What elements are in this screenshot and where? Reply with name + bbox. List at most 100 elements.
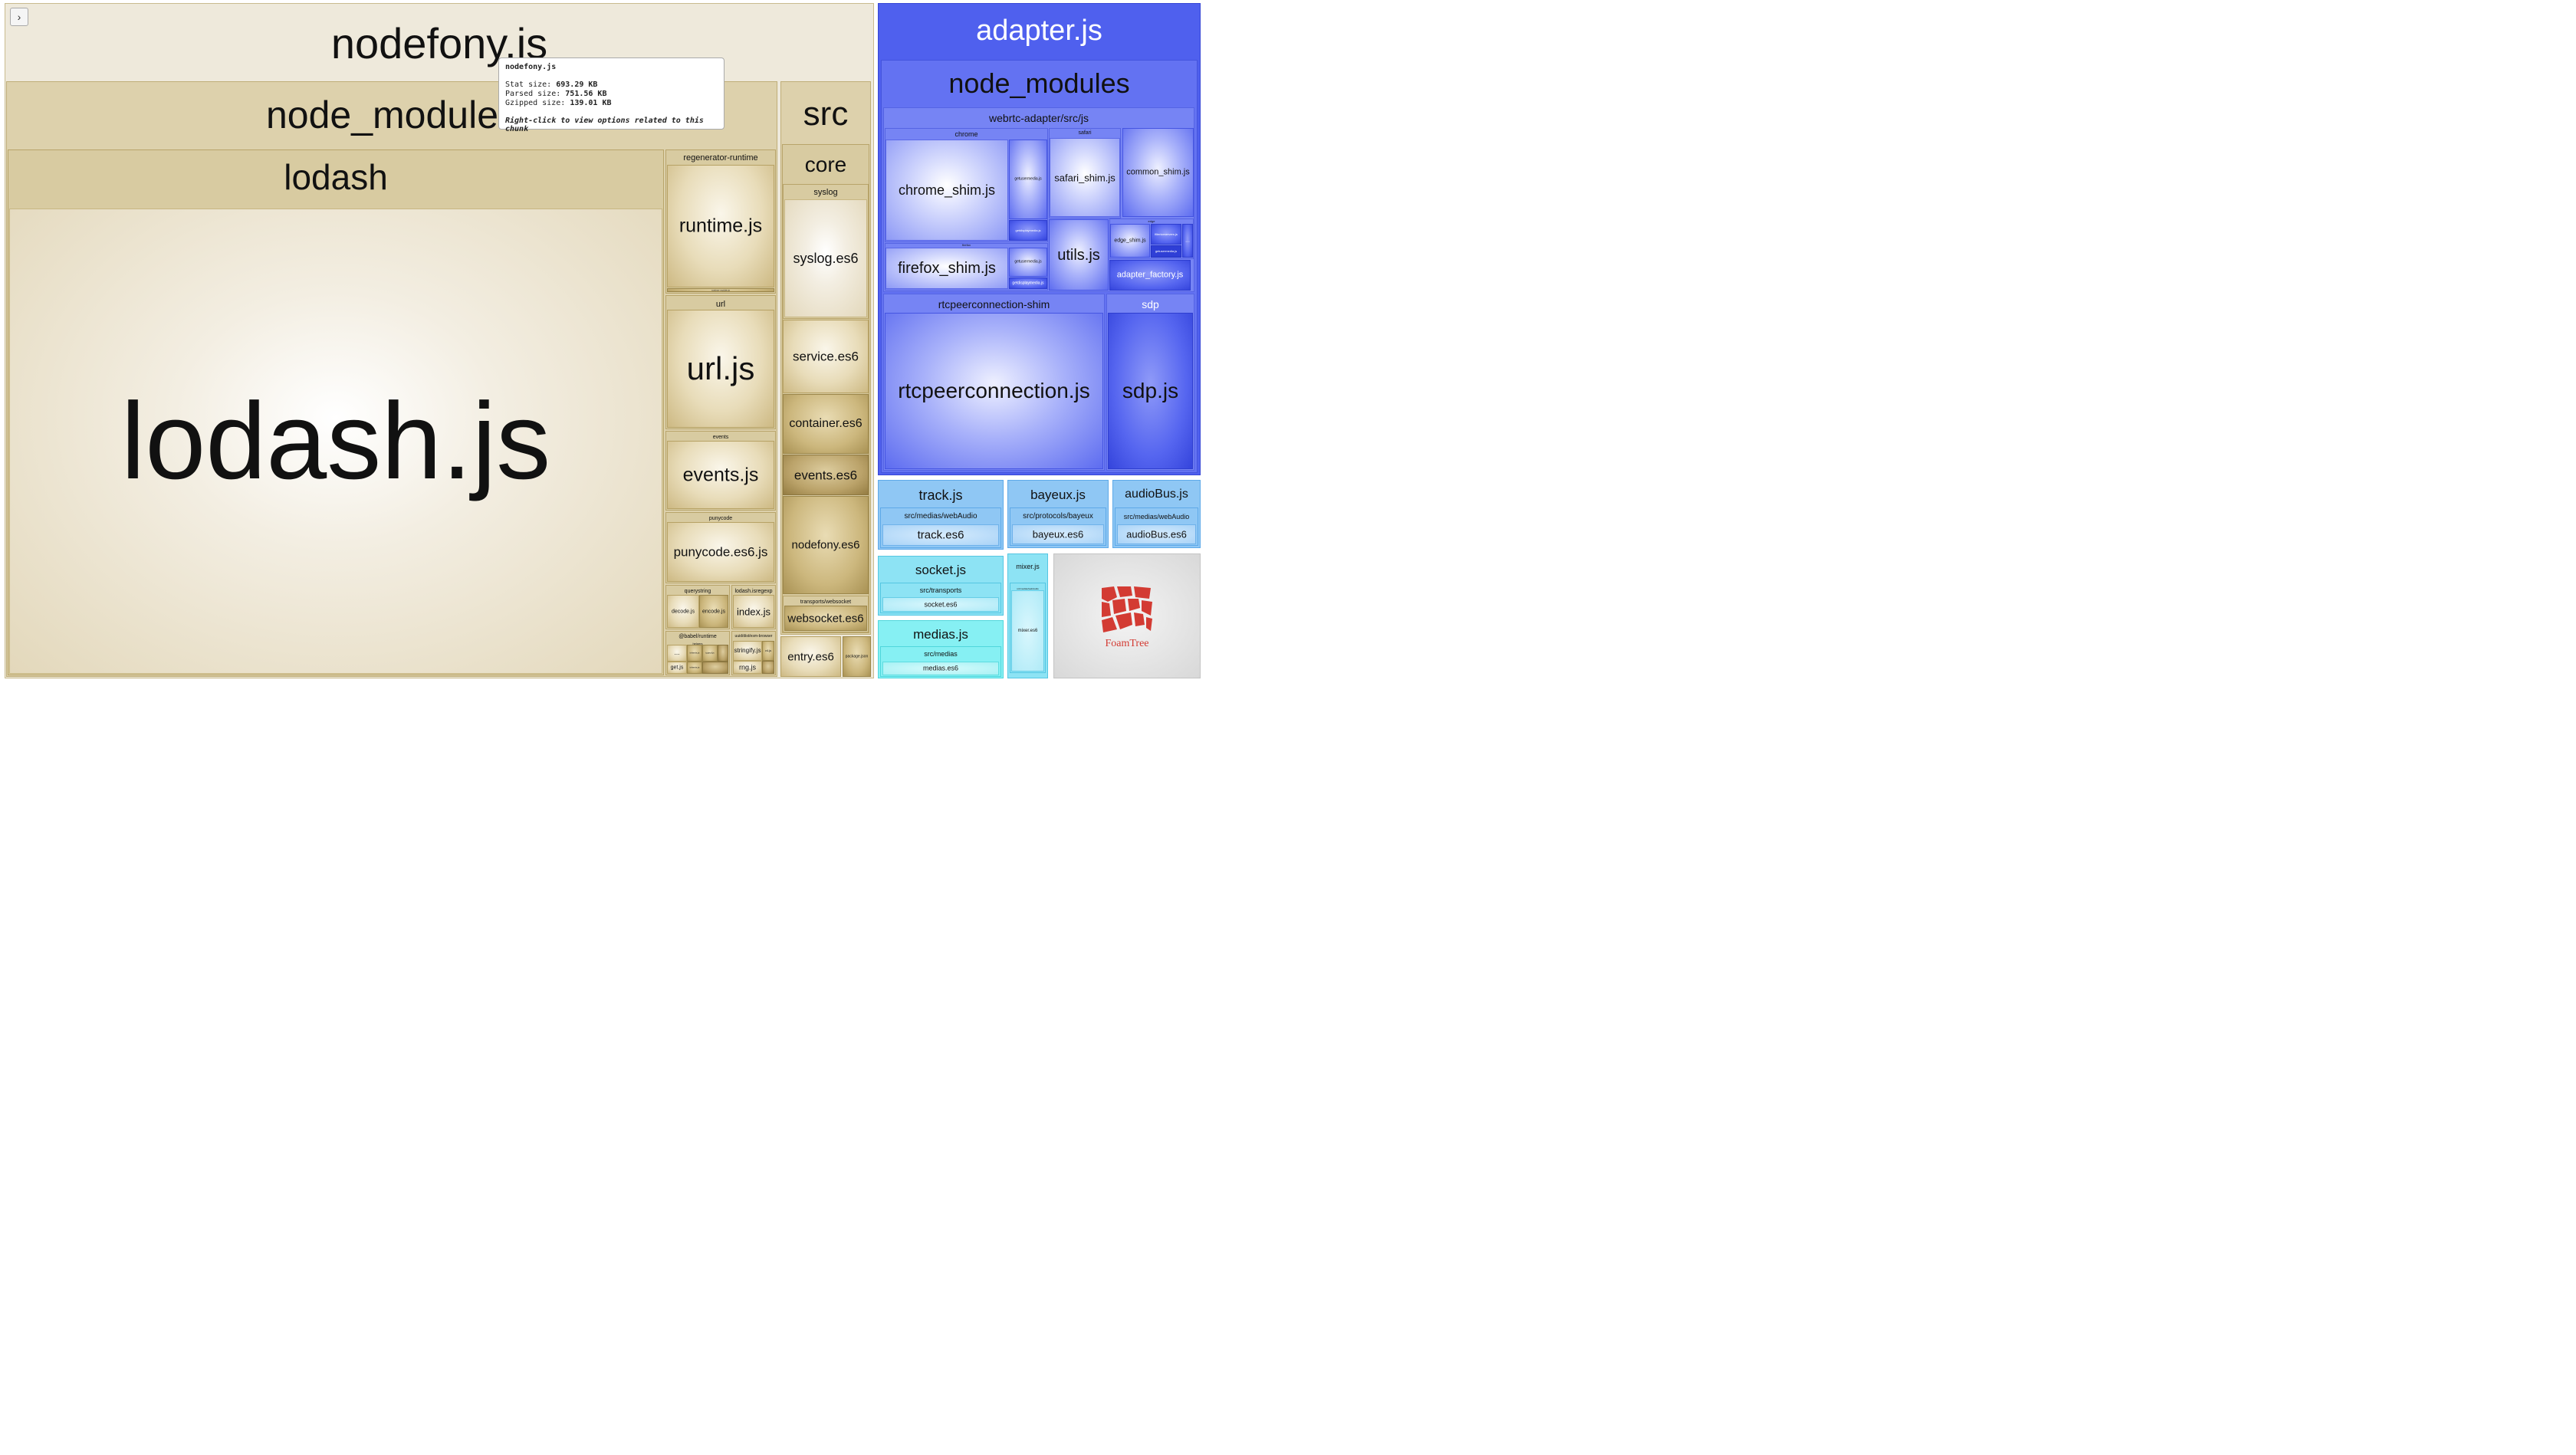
file-firefox-getdisplaymedia[interactable]: getdisplaymedia.js — [1009, 278, 1047, 289]
file-label: track.es6 — [917, 528, 964, 542]
file-package[interactable]: package.json — [843, 636, 871, 677]
file-inherits[interactable]: inherits.js — [687, 645, 702, 662]
file-label: ... — [1185, 238, 1190, 244]
tooltip-title: nodefony.js — [505, 63, 557, 71]
file-edge-shim[interactable]: edge_shim.js — [1110, 224, 1150, 258]
group-title: node_modules — [948, 67, 1130, 99]
file-runtime-module[interactable]: runtime-module.js — [667, 288, 774, 292]
file-label: audioBus.es6 — [1126, 528, 1187, 540]
file-rtcpeerconnection[interactable]: rtcpeerconnection.js — [885, 313, 1103, 469]
group-title: track.js — [918, 488, 963, 503]
file-label: get.js — [670, 665, 684, 671]
file-rng[interactable]: rng.js — [733, 661, 762, 674]
file-label: sdp.js — [1122, 379, 1179, 402]
file-label: common_shim.js — [1126, 167, 1190, 177]
group-title: sdp — [1142, 298, 1159, 310]
file-edge-getusermedia[interactable]: getusermedia.js — [1151, 245, 1181, 258]
file-misc[interactable] — [718, 645, 728, 662]
group-title: lodash.isregexp — [734, 589, 773, 594]
group-title: bayeux.js — [1030, 488, 1086, 502]
file-label: container.es6 — [789, 417, 863, 430]
file-get[interactable]: get.js — [667, 662, 687, 674]
file-label: nodefony.es6 — [791, 538, 860, 552]
file-core-events[interactable]: events.es6 — [783, 455, 869, 495]
file-stringify[interactable]: stringify.js — [733, 641, 762, 661]
foamtree-logo: FoamTree — [1053, 553, 1201, 678]
file-runtime[interactable]: runtime.js — [667, 165, 774, 287]
file-label: medias.es6 — [922, 664, 959, 672]
group-title: firefox — [962, 243, 971, 247]
file-inherits-b[interactable]: inherits.js — [687, 662, 702, 674]
tooltip-stat-value: 693.29 KB — [556, 80, 598, 89]
file-sdp[interactable]: sdp.js — [1108, 313, 1193, 469]
file-entry[interactable]: entry.es6 — [780, 636, 841, 677]
file-firefox-shim[interactable]: firefox_shim.js — [886, 248, 1008, 289]
file-label: lodash.js — [120, 379, 551, 502]
file-events[interactable]: events.js — [667, 441, 774, 509]
group-title: uuid/dist/esm-browser — [734, 634, 773, 639]
group-title: regenerator-runtime — [683, 153, 758, 163]
file-websocket[interactable]: websocket.es6 — [784, 606, 867, 631]
file-adapter-factory[interactable]: adapter_factory.js — [1109, 260, 1191, 291]
file-decode[interactable]: decode.js — [667, 595, 699, 628]
file-index[interactable]: index.js — [733, 595, 774, 628]
file-misc-b[interactable] — [702, 662, 728, 674]
group-title: src/medias — [924, 650, 958, 658]
tooltip-parsed-label: Parsed size: — [505, 90, 561, 98]
file-url[interactable]: url.js — [667, 310, 774, 428]
chunk-tooltip: nodefony.js Stat size: 693.29 KB Parsed … — [498, 57, 724, 133]
file-typeof[interactable]: typeof.js — [702, 645, 718, 662]
file-v4[interactable]: v4.js — [762, 641, 774, 661]
group-title: @babel/runtime — [678, 634, 717, 639]
file-common-shim[interactable]: common_shim.js — [1122, 128, 1194, 217]
file-label: bayeux.es6 — [1032, 528, 1084, 540]
file-service[interactable]: service.es6 — [783, 320, 869, 393]
file-nodefony-es6[interactable]: nodefony.es6 — [783, 496, 869, 594]
file-label: inherits.js — [689, 651, 700, 655]
file-dots[interactable]: ... — [667, 645, 687, 662]
group-title: url — [715, 300, 726, 309]
group-title: chrome — [955, 130, 978, 138]
file-safari-shim[interactable]: safari_shim.js — [1050, 138, 1120, 217]
file-label: runtime-module.js — [711, 288, 730, 291]
tooltip-parsed-size: Parsed size: 751.56 KB — [505, 90, 718, 99]
group-title: src/transports — [919, 586, 962, 594]
file-track[interactable]: track.es6 — [882, 524, 999, 546]
file-audiobus[interactable]: audioBus.es6 — [1117, 524, 1196, 544]
file-label: v4.js — [764, 649, 772, 652]
file-label: utils.js — [1057, 246, 1100, 264]
file-filtericeservers[interactable]: filtericeservers.js — [1151, 224, 1181, 245]
file-label: mixer.es6 — [1017, 629, 1038, 633]
file-bayeux[interactable]: bayeux.es6 — [1012, 524, 1104, 544]
file-mixer[interactable]: mixer.es6 — [1011, 590, 1044, 672]
file-edge-more[interactable]: ... — [1182, 224, 1193, 258]
group-title: core — [804, 153, 847, 176]
file-utils[interactable]: utils.js — [1049, 219, 1109, 291]
file-chrome-getdisplaymedia[interactable]: getdisplaymedia.js — [1009, 220, 1047, 241]
file-encode[interactable]: encode.js — [699, 595, 728, 628]
file-label: chrome_shim.js — [898, 182, 996, 198]
group-title: src/medias/webAudio — [904, 512, 978, 521]
sidebar-toggle-button[interactable]: › — [10, 8, 28, 26]
file-label: rng.js — [738, 663, 756, 671]
group-title: audioBus.js — [1125, 488, 1188, 501]
file-syslog[interactable]: syslog.es6 — [784, 199, 867, 317]
file-label: index.js — [736, 606, 771, 617]
file-punycode[interactable]: punycode.es6.js — [667, 522, 774, 582]
file-label: encode.js — [702, 609, 725, 614]
file-chrome-getusermedia[interactable]: getusermedia.js — [1009, 140, 1047, 219]
file-label: events.es6 — [794, 468, 858, 482]
file-label: ... — [674, 649, 680, 656]
file-label: package.json — [845, 654, 869, 659]
file-firefox-getusermedia[interactable]: getusermedia.js — [1009, 248, 1047, 277]
file-label: entry.es6 — [787, 650, 834, 663]
file-medias[interactable]: medias.es6 — [882, 662, 999, 675]
file-container[interactable]: container.es6 — [783, 394, 869, 454]
file-socket[interactable]: socket.es6 — [882, 597, 999, 612]
group-title: mixer.js — [1016, 563, 1040, 570]
file-chrome-shim[interactable]: chrome_shim.js — [886, 140, 1008, 241]
group-title: nodefony.js — [330, 19, 548, 67]
file-lodash[interactable]: lodash.js — [9, 209, 662, 674]
file-label: syslog.es6 — [793, 251, 859, 266]
file-misc-c[interactable] — [762, 661, 774, 674]
